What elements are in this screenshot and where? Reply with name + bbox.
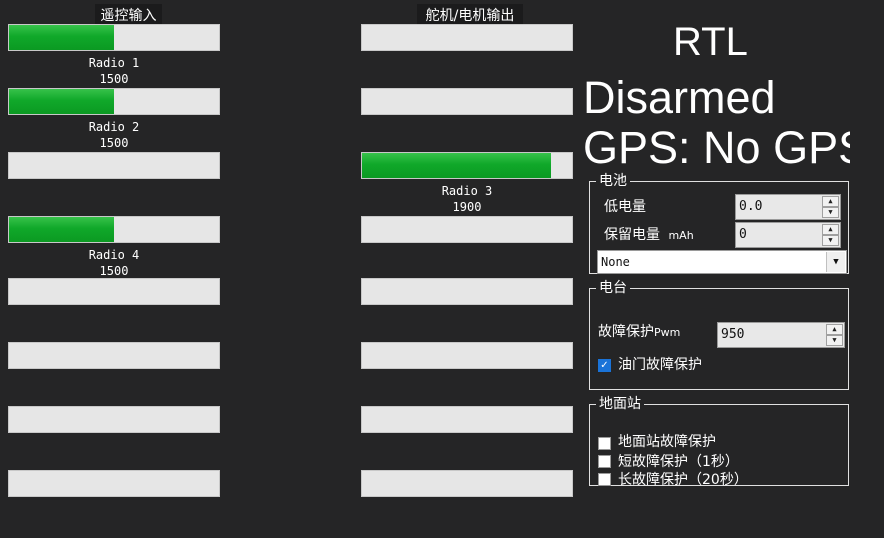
reserve-battery-input[interactable]: 0 ▲ ▼ [735,222,841,248]
reserve-battery-label-wrap: 保留电量 mAh [604,226,694,245]
servo_output-bar-label-3: Radio 3 [441,184,493,198]
radio-group: 电台 故障保护Pwm 950 ▲ ▼ ✓ 油门故障保护 [589,279,849,390]
short-failsafe-checkbox[interactable] [598,455,611,468]
failsafe-pwm-value: 950 [721,327,745,342]
rc_input-bar-label-2: Radio 2 [88,120,140,134]
arm-status-text: Disarmed [583,72,776,123]
low-battery-value: 0.0 [739,199,763,214]
servo_output-bar-value-3: 1900 [452,200,482,214]
failsafe-pwm-label-wrap: 故障保护Pwm [598,323,680,342]
check-icon: ✓ [600,360,609,371]
throttle-failsafe-checkbox[interactable]: ✓ [598,359,611,372]
low-battery-input[interactable]: 0.0 ▲ ▼ [735,194,841,220]
gps-status-text: GPS: No GPS [583,124,850,173]
battery-group-title: 电池 [596,172,630,190]
servo_output-bar-4 [361,216,573,243]
servo_output-bar-8 [361,470,573,497]
throttle-failsafe-label: 油门故障保护 [618,357,702,373]
chevron-down-icon[interactable]: ▼ [826,252,845,272]
long-failsafe-checkbox[interactable] [598,473,611,486]
reserve-battery-label: 保留电量 [604,227,660,243]
flight-mode-text: RTL [673,20,748,64]
rc_input-bar-6 [8,342,220,369]
rc_input-bar-label-4: Radio 4 [88,248,140,262]
low-battery-label: 低电量 [604,199,646,215]
low-battery-spinner[interactable]: ▲ ▼ [822,196,839,218]
radio-group-title: 电台 [596,279,630,297]
rc_input-bar-3 [8,152,220,179]
battery-action-select[interactable]: None ▼ [597,250,847,274]
gcs-failsafe-label: 地面站故障保护 [618,434,716,450]
rc_input-bar-fill-4 [9,217,114,242]
reserve-unit: mAh [668,229,694,242]
failsafe-pwm-unit: Pwm [654,326,681,339]
rc_input-bar-5 [8,278,220,305]
battery-action-value: None [601,255,630,269]
rc_input-bar-value-2: 1500 [99,136,129,150]
gcs-failsafe-checkbox[interactable] [598,437,611,450]
reserve-battery-spinner[interactable]: ▲ ▼ [822,224,839,246]
gcs-group: 地面站 地面站故障保护 短故障保护（1秒） 长故障保护（20秒） [589,395,849,487]
rc_input-bar-2 [8,88,220,115]
servo_output-bar-6 [361,342,573,369]
short-failsafe-label: 短故障保护（1秒） [618,454,739,470]
rc_input-bar-7 [8,406,220,433]
servo_output-bar-3 [361,152,573,179]
servo_output-bar-5 [361,278,573,305]
spin-up-icon[interactable]: ▲ [822,196,839,207]
spin-down-icon[interactable]: ▼ [826,335,843,346]
failsafe-pwm-spinner[interactable]: ▲ ▼ [826,324,843,346]
rc_input-bar-8 [8,470,220,497]
gcs-clip: 地面站故障保护 短故障保护（1秒） 长故障保护（20秒） [590,431,848,487]
battery-group: 电池 低电量 0.0 ▲ ▼ 保留电量 mAh 0 ▲ ▼ None ▼ [589,172,849,274]
spin-up-icon[interactable]: ▲ [826,324,843,335]
rc_input-bar-fill-2 [9,89,114,114]
rc_input-bar-4 [8,216,220,243]
rc_input-bar-1 [8,24,220,51]
rc_input-bar-value-4: 1500 [99,264,129,278]
gps-status-clip: GPS: No GPS [583,124,850,174]
spin-down-icon[interactable]: ▼ [822,235,839,246]
servo_output-bar-fill-3 [362,153,551,178]
spin-up-icon[interactable]: ▲ [822,224,839,235]
gcs-group-title: 地面站 [596,395,644,413]
rc_input-bar-fill-1 [9,25,114,50]
failsafe-pwm-label: 故障保护 [598,324,654,340]
servo_output-bar-1 [361,24,573,51]
long-failsafe-label: 长故障保护（20秒） [618,472,748,487]
rc_input-bar-label-1: Radio 1 [88,56,140,70]
reserve-battery-value: 0 [739,227,747,242]
spin-down-icon[interactable]: ▼ [822,207,839,218]
failsafe-pwm-input[interactable]: 950 ▲ ▼ [717,322,845,348]
servo_output-bar-7 [361,406,573,433]
rc_input-bar-value-1: 1500 [99,72,129,86]
servo_output-bar-2 [361,88,573,115]
